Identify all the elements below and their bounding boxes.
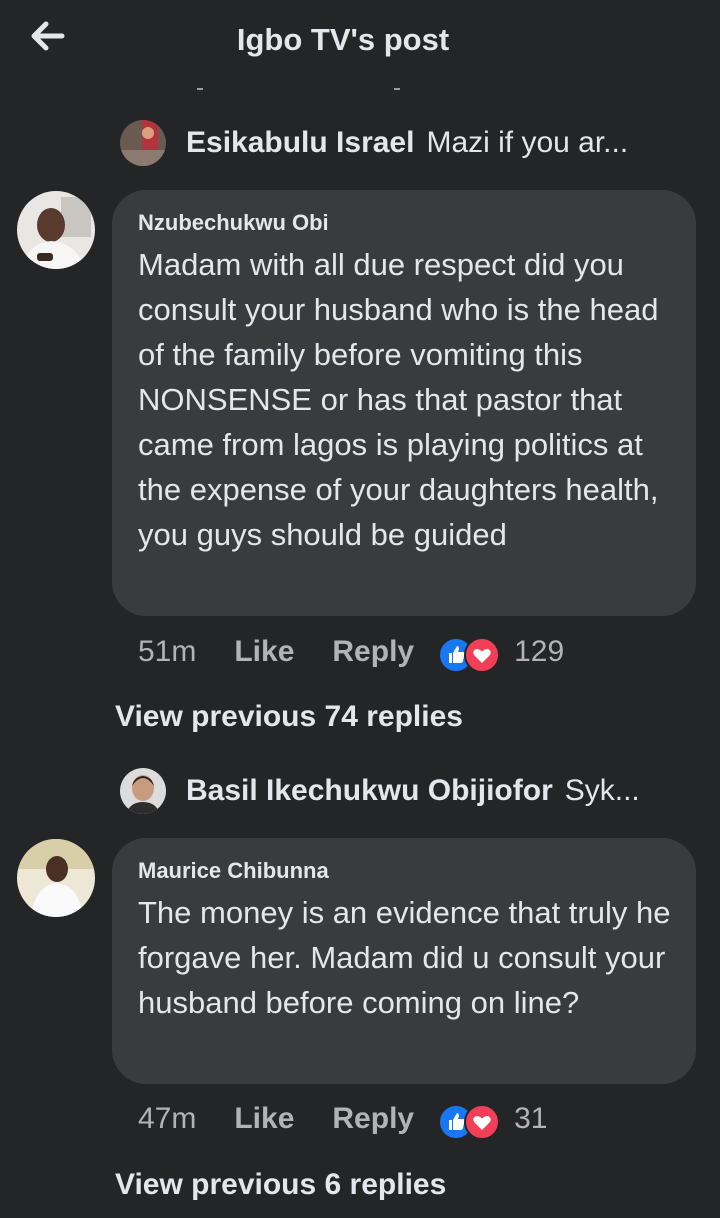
reactions[interactable] bbox=[438, 635, 501, 673]
divider bbox=[394, 88, 400, 90]
comment-text: The money is an evidence that truly he f… bbox=[138, 895, 671, 1020]
divider bbox=[197, 88, 203, 90]
reply-button[interactable]: Reply bbox=[332, 635, 414, 669]
comment-actions: 51m Like Reply 129 bbox=[138, 630, 564, 674]
comment-author[interactable]: Maurice Chibunna bbox=[138, 858, 674, 884]
reply-button[interactable]: Reply bbox=[332, 1102, 414, 1136]
avatar[interactable] bbox=[17, 191, 95, 269]
header: Igbo TV's post bbox=[0, 0, 720, 80]
reply-preview[interactable]: Basil Ikechukwu Obijiofor Syk... bbox=[120, 766, 640, 816]
comment-bubble: Nzubechukwu Obi Madam with all due respe… bbox=[112, 190, 696, 616]
love-reaction-icon bbox=[464, 637, 501, 673]
reactions[interactable] bbox=[438, 1102, 501, 1140]
avatar[interactable] bbox=[120, 120, 166, 166]
page-title: Igbo TV's post bbox=[236, 22, 450, 57]
reply-preview[interactable]: Esikabulu Israel Mazi if you ar... bbox=[120, 118, 628, 168]
avatar[interactable] bbox=[120, 768, 166, 814]
preview-author[interactable]: Esikabulu Israel bbox=[186, 126, 414, 160]
like-button[interactable]: Like bbox=[234, 1102, 294, 1136]
preview-text: Syk... bbox=[564, 774, 640, 807]
reaction-count: 31 bbox=[514, 1102, 548, 1135]
preview-author[interactable]: Basil Ikechukwu Obijiofor bbox=[186, 774, 553, 808]
preview-text: Mazi if you ar... bbox=[426, 126, 629, 159]
comment-bubble: Maurice Chibunna The money is an evidenc… bbox=[112, 838, 696, 1084]
avatar[interactable] bbox=[17, 839, 95, 917]
comment-text: Madam with all due respect did you consu… bbox=[138, 247, 659, 552]
reaction-count: 129 bbox=[514, 635, 565, 668]
view-previous-replies[interactable]: View previous 74 replies bbox=[115, 700, 463, 734]
view-previous-replies[interactable]: View previous 6 replies bbox=[115, 1168, 446, 1202]
comment-timestamp[interactable]: 47m bbox=[138, 1102, 196, 1136]
comment-author[interactable]: Nzubechukwu Obi bbox=[138, 210, 674, 236]
comment-timestamp[interactable]: 51m bbox=[138, 635, 196, 669]
comments-page: Igbo TV's post Esikabulu Israel Mazi if … bbox=[0, 0, 720, 1218]
love-reaction-icon bbox=[464, 1104, 501, 1140]
like-button[interactable]: Like bbox=[234, 635, 294, 669]
comment-actions: 47m Like Reply 31 bbox=[138, 1097, 547, 1141]
